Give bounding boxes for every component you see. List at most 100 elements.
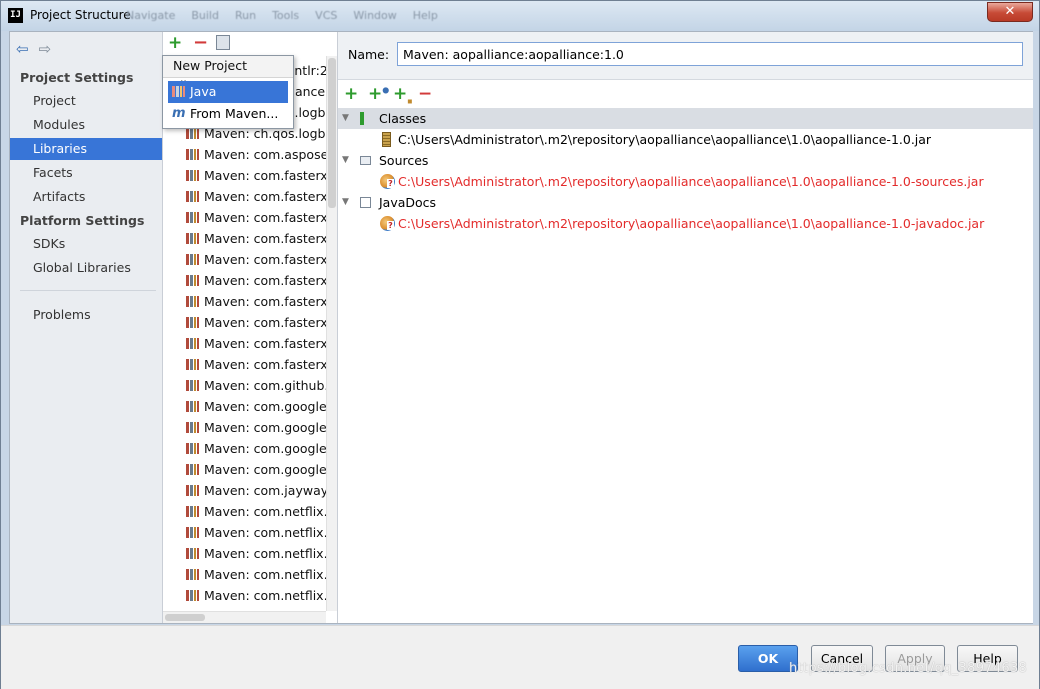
close-window-button[interactable]: ✕ (987, 2, 1033, 22)
library-list-item[interactable]: Maven: com.fasterxn (163, 312, 326, 333)
background-menu-item: Navigate (126, 9, 176, 22)
library-list-item[interactable]: Maven: com.netflix.e (163, 522, 326, 543)
library-name: Maven: com.fasterxn (204, 315, 326, 330)
sidebar-item-facets[interactable]: Facets (10, 162, 162, 184)
library-list-item[interactable]: Maven: com.netflix.n (163, 585, 326, 606)
expand-toggle-icon[interactable]: ▼ (342, 150, 349, 171)
background-menu-item: VCS (315, 9, 338, 22)
library-list-horizontal-scrollbar[interactable] (163, 611, 326, 623)
library-list-item[interactable]: Maven: com.fasterxn (163, 270, 326, 291)
expand-toggle-icon[interactable]: ▼ (342, 192, 349, 213)
sidebar-item-project[interactable]: Project (10, 90, 162, 112)
tree-root-entry[interactable]: C:\Users\Administrator\.m2\repository\ao… (338, 129, 1033, 150)
library-icon (186, 380, 199, 391)
jar-file-icon (382, 132, 391, 147)
sidebar-item-artifacts[interactable]: Artifacts (10, 186, 162, 208)
library-list-item[interactable]: Maven: com.google. (163, 396, 326, 417)
library-icon (186, 443, 199, 454)
library-name: Maven: com.fasterxn (204, 189, 326, 204)
sidebar-item-problems[interactable]: Problems (10, 304, 162, 326)
remove-library-icon[interactable]: − (193, 32, 208, 53)
library-name: Maven: com.google. (204, 420, 326, 435)
library-name: Maven: com.github.v (204, 378, 326, 393)
library-list-item[interactable]: Maven: com.fasterxn (163, 186, 326, 207)
tree-group-label: Classes (379, 111, 427, 126)
copy-library-icon[interactable] (216, 35, 230, 50)
sidebar-item-modules[interactable]: Modules (10, 114, 162, 136)
library-icon (186, 527, 199, 538)
library-list-item[interactable]: Maven: com.google. (163, 438, 326, 459)
library-list-item[interactable]: Maven: com.google. (163, 459, 326, 480)
title-bar[interactable]: IJ Project Structure Navigate Build Run Too… (1, 1, 1039, 31)
library-name: Maven: com.fasterxn (204, 231, 326, 246)
tree-root-entry[interactable]: C:\Users\Administrator\.m2\repository\ao… (338, 171, 1033, 192)
missing-file-icon (380, 174, 395, 189)
library-icon (186, 422, 199, 433)
library-list-item[interactable]: Maven: com.netflix.e (163, 543, 326, 564)
attach-classes-icon[interactable]: +● (368, 84, 389, 104)
library-list-item[interactable]: Maven: com.fasterxn (163, 249, 326, 270)
tree-group-label: JavaDocs (379, 195, 437, 210)
library-list-item[interactable]: Maven: com.fasterxn (163, 165, 326, 186)
library-icon (186, 296, 199, 307)
root-path-label: C:\Users\Administrator\.m2\repository\ao… (398, 216, 985, 231)
background-menu-item: Run (234, 9, 257, 22)
library-list-vertical-scrollbar[interactable] (326, 56, 337, 611)
tree-group-classes[interactable]: ▼ Classes (338, 108, 1033, 129)
dialog-button-bar: OK Cancel Apply Help https://blog.csdn.n… (1, 625, 1039, 689)
background-menu-item: Window (353, 9, 397, 22)
library-icon (186, 569, 199, 580)
tree-group-javadocs[interactable]: ▼ JavaDocs (338, 192, 1033, 213)
popup-item-java[interactable]: Java (168, 81, 288, 103)
library-list-item[interactable]: Maven: com.netflix.a (163, 501, 326, 522)
library-icon (186, 149, 199, 160)
library-list-item[interactable]: Maven: com.fasterxn (163, 333, 326, 354)
library-icon (186, 401, 199, 412)
library-icon (186, 338, 199, 349)
horizontal-scrollbar-thumb[interactable] (165, 614, 205, 621)
library-list-item[interactable]: Maven: com.fasterxn (163, 354, 326, 375)
library-name: Maven: com.google. (204, 462, 326, 477)
library-list[interactable]: Maven: antlr:antlr:2.7Maven: aopalliance… (163, 56, 326, 611)
library-name: Maven: com.netflix.n (204, 588, 326, 603)
sidebar-item-libraries[interactable]: Libraries (10, 138, 162, 160)
background-menu-item: Build (191, 9, 219, 22)
library-icon (186, 359, 199, 370)
project-structure-window: IJ Project Structure Navigate Build Run Too… (0, 0, 1040, 689)
java-library-icon (172, 86, 185, 97)
library-icon (186, 212, 199, 223)
library-list-item[interactable]: Maven: com.fasterxn (163, 228, 326, 249)
library-name-input[interactable] (397, 42, 1023, 66)
name-label: Name: (348, 47, 390, 62)
tree-root-entry[interactable]: C:\Users\Administrator\.m2\repository\ao… (338, 213, 1033, 234)
expand-toggle-icon[interactable]: ▼ (342, 108, 349, 129)
library-list-item[interactable]: Maven: com.github.v (163, 375, 326, 396)
popup-item-from-maven[interactable]: m From Maven... (168, 103, 288, 125)
remove-root-icon[interactable]: − (418, 84, 432, 104)
library-name: Maven: com.google. (204, 399, 326, 414)
library-list-item[interactable]: Maven: com.fasterxn (163, 207, 326, 228)
sidebar-item-sdks[interactable]: SDKs (10, 233, 162, 255)
forward-arrow-icon[interactable]: ⇨ (39, 40, 52, 58)
library-list-item[interactable]: Maven: com.fasterxn (163, 291, 326, 312)
watermark: https://blog.csdn.net/qq_38974638 (789, 661, 1028, 676)
add-root-icon[interactable]: + (344, 84, 358, 104)
library-icon (186, 275, 199, 286)
library-icon (186, 485, 199, 496)
vertical-scrollbar-thumb[interactable] (328, 58, 336, 208)
library-list-item[interactable]: Maven: com.aspose: (163, 144, 326, 165)
attach-jar-icon[interactable]: +▪ (393, 84, 413, 105)
sidebar-divider (20, 290, 156, 291)
missing-file-icon (380, 216, 395, 231)
library-icon (186, 464, 199, 475)
library-detail-panel: Name: + +● +▪ − ▼ Classes C:\Users\Adminis… (338, 32, 1033, 623)
add-library-icon[interactable]: + (168, 33, 182, 53)
library-list-item[interactable]: Maven: com.google. (163, 417, 326, 438)
library-list-item[interactable]: Maven: com.netflix.h (163, 564, 326, 585)
popup-item-java-label: Java (190, 84, 217, 99)
sources-folder-icon (360, 156, 371, 165)
library-list-item[interactable]: Maven: com.jayway.j (163, 480, 326, 501)
back-arrow-icon[interactable]: ⇦ (16, 40, 29, 58)
tree-group-sources[interactable]: ▼ Sources (338, 150, 1033, 171)
sidebar-item-global-libraries[interactable]: Global Libraries (10, 257, 162, 279)
